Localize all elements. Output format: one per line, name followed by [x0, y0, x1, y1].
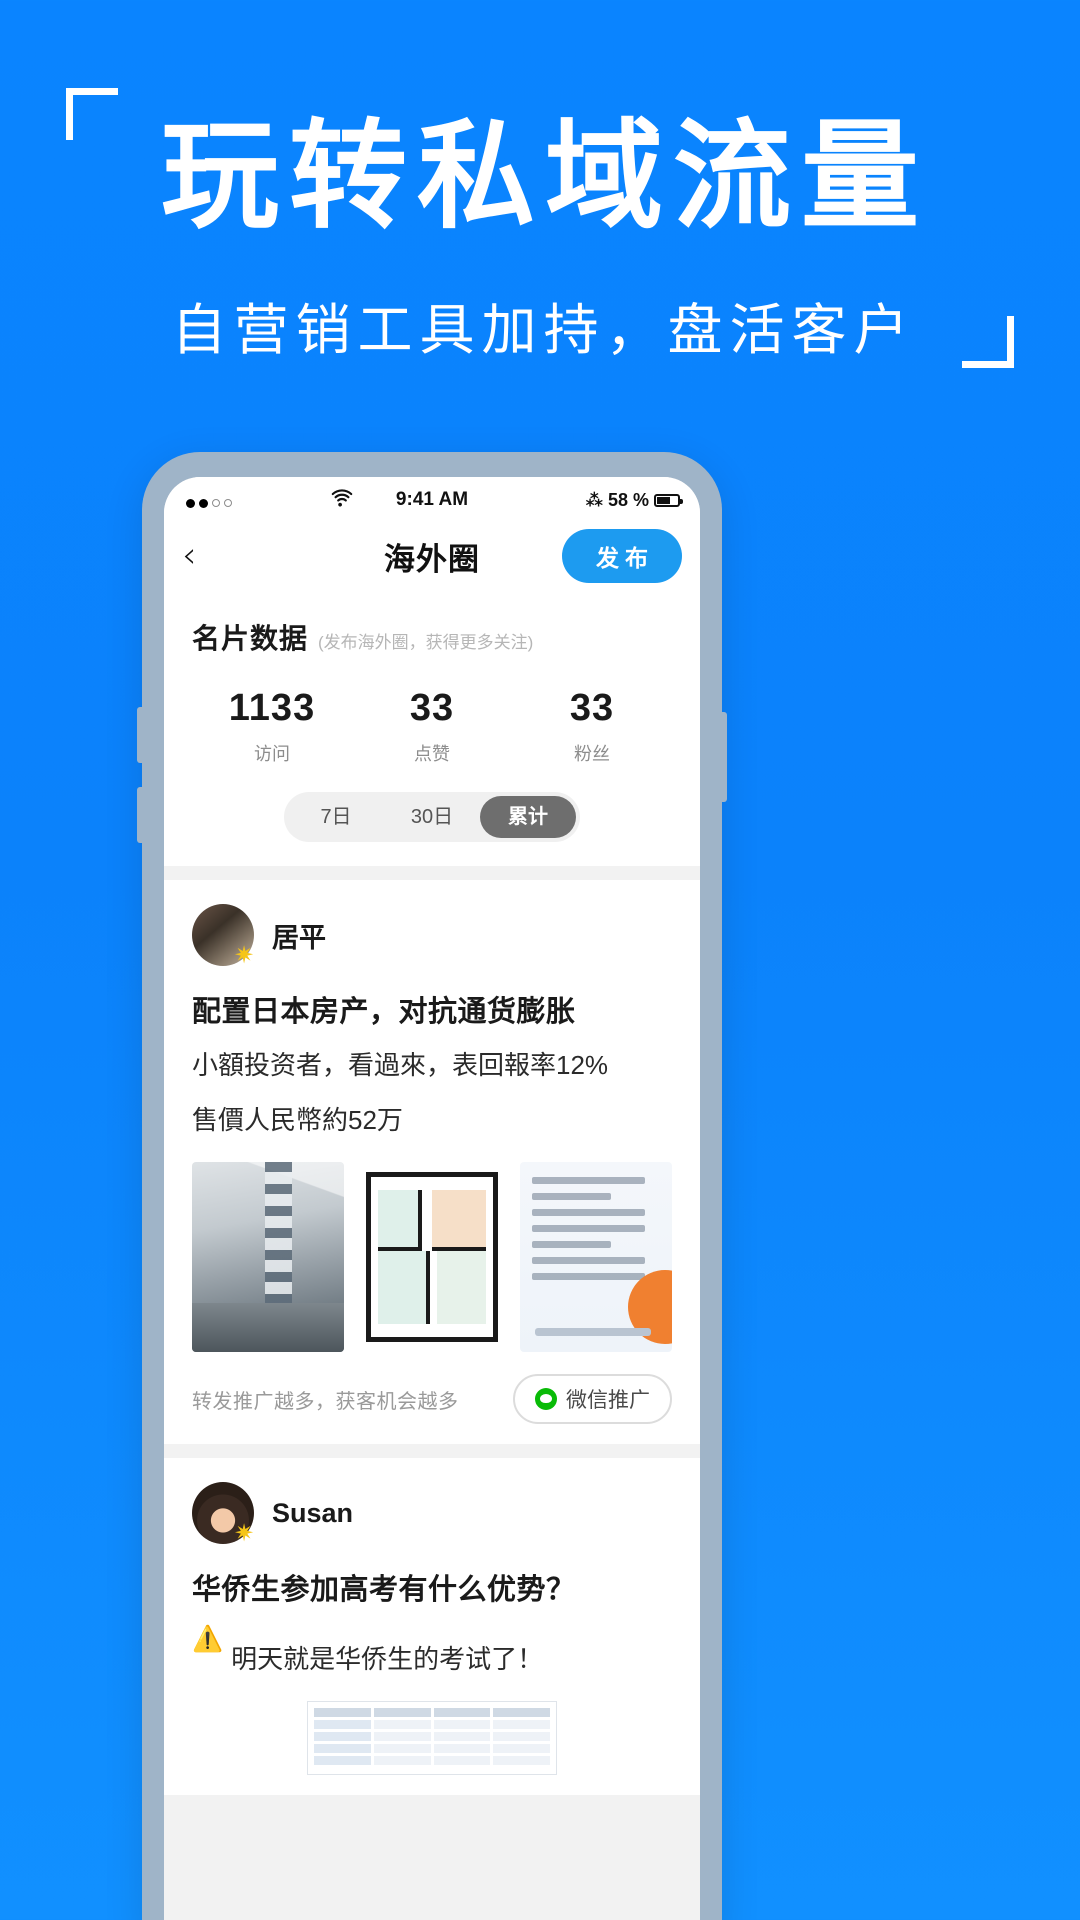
stat-label: 粉丝 [574, 744, 610, 764]
stat-label: 访问 [254, 744, 290, 764]
range-tab-total[interactable]: 累计 [480, 796, 576, 838]
stat-visits: 1133 访问 [192, 687, 352, 766]
stat-value: 1133 [228, 687, 316, 729]
wechat-promote-label: 微信推广 [566, 1389, 650, 1412]
battery-icon [654, 494, 683, 507]
post-media-gallery[interactable] [192, 1162, 672, 1352]
phone-volume-down-button [137, 787, 143, 843]
building-photo-image[interactable] [192, 1162, 344, 1352]
stat-label: 点赞 [414, 744, 450, 764]
wechat-promote-button[interactable]: 微信推广 [513, 1374, 672, 1424]
wechat-icon [535, 1388, 557, 1410]
stats-row: 1133 访问 33 点赞 33 粉丝 [192, 687, 672, 766]
post-body-line-1: 明天就是华侨生的考试了！ [231, 1644, 544, 1674]
post-author-row[interactable]: ✷ Susan [192, 1482, 672, 1546]
floor-plan-image[interactable] [356, 1162, 508, 1352]
verified-badge-icon: ✷ [234, 942, 255, 969]
business-card-stats-card: 名片数据 (发布海外圈，获得更多关注) 1133 访问 33 点赞 33 粉丝 [164, 591, 700, 866]
avatar[interactable]: ✷ [192, 1482, 254, 1546]
range-tab-30days[interactable]: 30日 [384, 796, 480, 838]
page-subtitle: 自营销工具加持，盘活客户 [171, 299, 916, 361]
stats-card-header: 名片数据 (发布海外圈，获得更多关注) [192, 617, 672, 657]
battery-percent-label: 58 % [607, 490, 649, 510]
verified-badge-icon: ✷ [234, 1520, 255, 1547]
stat-value: 33 [569, 687, 615, 729]
phone-mockup: 9:41 AM ⁂ 58 % ‹ 海外圈 发布 名片数据 (发布海外圈，获得更多… [137, 452, 727, 1920]
avatar[interactable]: ✷ [192, 904, 254, 968]
text-infographic-image[interactable] [520, 1162, 672, 1352]
page-title: 玩转私域流量 [160, 111, 929, 243]
screen-content: 名片数据 (发布海外圈，获得更多关注) 1133 访问 33 点赞 33 粉丝 [164, 591, 700, 1795]
post-author-row[interactable]: ✷ 居平 [192, 904, 672, 968]
section-divider [164, 1444, 700, 1458]
stat-value: 33 [409, 687, 455, 729]
warning-icon: ⚠️ [192, 1625, 224, 1653]
post-item[interactable]: ✷ Susan 华侨生参加高考有什么优势？ ⚠️ 明天就是华侨生的考试了！ [164, 1458, 700, 1795]
bluetooth-icon: ⁂ [585, 491, 603, 510]
publish-button[interactable]: 发布 [562, 529, 682, 583]
score-table-image[interactable] [307, 1701, 557, 1775]
author-name: 居平 [272, 922, 326, 953]
promotion-note: 转发推广越多，获客机会越多 [192, 1390, 459, 1413]
stat-followers: 33 粉丝 [512, 687, 672, 766]
stat-likes: 33 点赞 [352, 687, 512, 766]
phone-power-button [721, 712, 727, 802]
promotion-row: 转发推广越多，获客机会越多 微信推广 [192, 1374, 672, 1424]
range-tab-7days[interactable]: 7日 [288, 796, 384, 838]
stats-card-title: 名片数据 [192, 623, 309, 654]
post-title: 华侨生参加高考有什么优势？ [192, 1574, 576, 1606]
post-body-row: ⚠️ 明天就是华侨生的考试了！ [192, 1624, 672, 1679]
status-bar-right-group: ⁂ 58 % [585, 490, 683, 511]
phone-volume-up-button [137, 707, 143, 763]
date-range-segmented-control[interactable]: 7日 30日 累计 [284, 792, 580, 842]
post-body-line-2: 售價人民幣約52万 [192, 1105, 403, 1135]
status-bar: 9:41 AM ⁂ 58 % [164, 477, 700, 521]
author-name: Susan [272, 1497, 354, 1528]
stats-card-subtitle: (发布海外圈，获得更多关注) [318, 633, 534, 652]
phone-screen: 9:41 AM ⁂ 58 % ‹ 海外圈 发布 名片数据 (发布海外圈，获得更多… [164, 477, 700, 1920]
post-item[interactable]: ✷ 居平 配置日本房产，对抗通货膨胀 小額投资者，看過來，表回報率12% 售價人… [164, 880, 700, 1444]
post-title: 配置日本房产，对抗通货膨胀 [192, 996, 576, 1028]
navigation-bar: ‹ 海外圈 发布 [164, 521, 700, 591]
post-body-line-1: 小額投资者，看過來，表回報率12% [192, 1050, 609, 1080]
